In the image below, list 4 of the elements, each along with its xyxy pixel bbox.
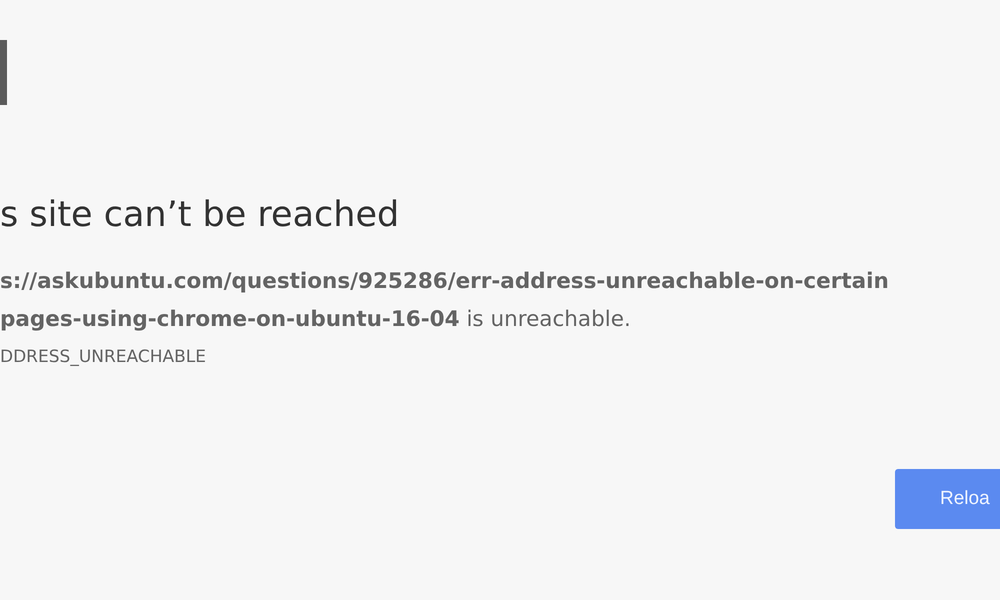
error-message: s://askubuntu.com/questions/925286/err-address-unreachable-on-certain pages-using-chrome-on-ubuntu-16-04 is unreachable. <box>0 268 890 334</box>
error-heading: s site can’t be reached <box>0 194 400 237</box>
error-code: DDRESS_UNREACHABLE <box>0 347 208 367</box>
reload-button[interactable]: Reloa <box>895 469 1000 529</box>
